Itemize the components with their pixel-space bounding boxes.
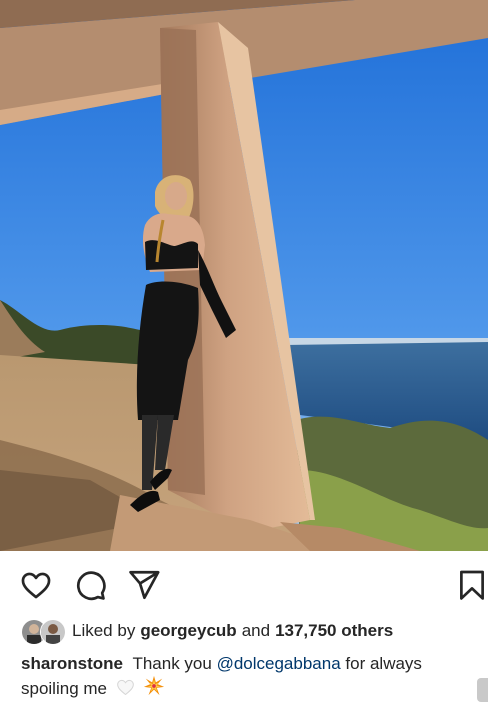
caption-username[interactable]: sharonstone (21, 654, 123, 673)
heart-icon (21, 572, 51, 599)
likes-summary: Liked by georgeycub and 137,750 others (21, 618, 398, 645)
comment-icon (76, 571, 106, 601)
liker-avatars (21, 618, 67, 645)
post-caption: sharonstone Thank you @dolcegabbana for … (21, 652, 471, 703)
caption-text-before: Thank you (132, 654, 212, 673)
post-photo[interactable] (0, 0, 488, 551)
likes-count[interactable]: 137,750 others (275, 621, 393, 641)
photo-illustration (0, 0, 488, 551)
avatar[interactable] (40, 619, 66, 645)
scrollbar-thumb[interactable] (477, 678, 488, 702)
likes-prefix: Liked by (72, 621, 136, 640)
comment-button[interactable] (73, 568, 107, 602)
caption-mention[interactable]: @dolcegabbana (217, 654, 341, 673)
white-heart-icon (115, 677, 136, 703)
collision-icon (143, 675, 165, 703)
bookmark-icon (460, 570, 484, 600)
like-button[interactable] (19, 568, 53, 602)
send-icon (129, 570, 160, 600)
avatar-image (41, 620, 65, 644)
save-button[interactable] (455, 568, 488, 602)
likes-connector: and (241, 621, 271, 640)
share-button[interactable] (127, 568, 161, 602)
post-action-bar (0, 551, 488, 617)
liker-username[interactable]: georgeycub (140, 621, 236, 641)
